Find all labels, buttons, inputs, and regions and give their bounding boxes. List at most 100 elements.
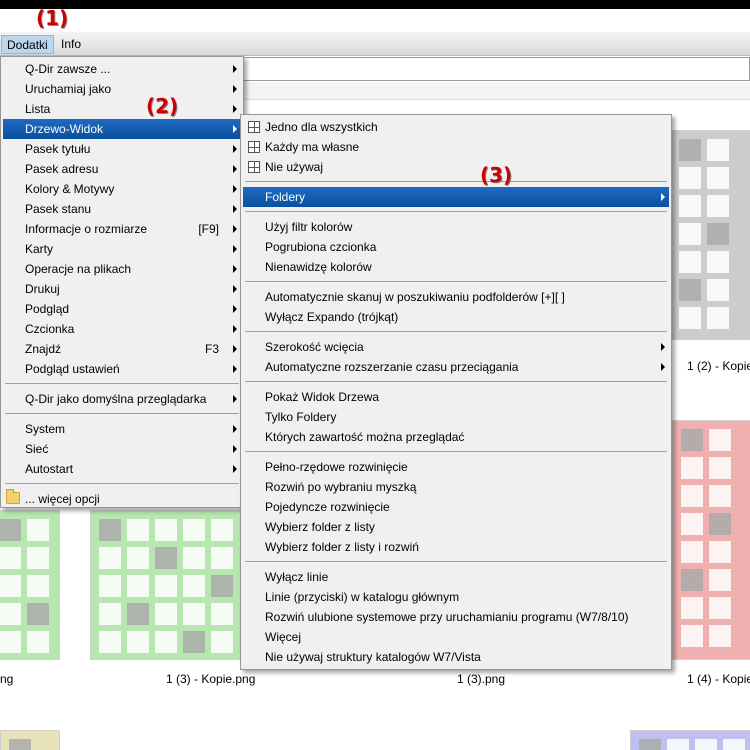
menu-item-label: Nie używaj — [265, 160, 324, 174]
menu-dodatki[interactable]: Dodatki — [1, 35, 54, 54]
submenu-arrow-icon — [661, 193, 665, 201]
menu-item-label: Informacje o rozmiarze — [25, 222, 148, 236]
image-thumbnail[interactable] — [672, 420, 750, 660]
image-thumbnail[interactable] — [0, 510, 60, 660]
menu-item-system[interactable]: System — [3, 419, 241, 439]
menu-item-label: Jedno dla wszystkich — [265, 120, 378, 134]
menu-item-wybierz-folder-z-listy[interactable]: Wybierz folder z listy — [243, 517, 669, 537]
menu-item-pojedyncze-rozwiniecie[interactable]: Pojedyncze rozwinięcie — [243, 497, 669, 517]
menu-item-czcionka[interactable]: Czcionka — [3, 319, 241, 339]
thumbnail-label[interactable]: 1 (2) - Kopie — [687, 359, 750, 373]
menu-item-drzewo-widok[interactable]: Drzewo-Widok — [3, 119, 241, 139]
menu-separator — [5, 413, 239, 414]
menu-item-pe-no-rzedowe-rozwiniecie[interactable]: Pełno-rzędowe rozwinięcie — [243, 457, 669, 477]
menu-item-label: Drzewo-Widok — [25, 122, 104, 136]
menu-item-wiecej-opcji[interactable]: ... więcej opcji — [3, 489, 241, 509]
menu-item-pasek-adresu[interactable]: Pasek adresu — [3, 159, 241, 179]
menu-separator — [245, 181, 667, 182]
menu-item-znajdz[interactable]: Znajdź F3 — [3, 339, 241, 359]
menu-item-uruchamiaj-jako[interactable]: Uruchamiaj jako — [3, 79, 241, 99]
submenu-arrow-icon — [233, 165, 237, 173]
menu-item-label: Więcej — [265, 630, 302, 644]
menu-separator — [245, 211, 667, 212]
menu-item-label: Każdy ma własne — [265, 140, 360, 154]
menu-item-nie-uzywaj-struktury-katalogow-w7-vista[interactable]: Nie używaj struktury katalogów W7/Vista — [243, 647, 669, 667]
menu-item-linie-przyciski-w-katalogu-g-ownym[interactable]: Linie (przyciski) w katalogu głównym — [243, 587, 669, 607]
menu-item-pasek-tytu-u[interactable]: Pasek tytułu — [3, 139, 241, 159]
menu-item-siec[interactable]: Sieć — [3, 439, 241, 459]
address-bar[interactable] — [240, 57, 750, 81]
menu-item-label: Pasek tytułu — [25, 142, 91, 156]
menu-item-uzyj-filtr-kolorow[interactable]: Użyj filtr kolorów — [243, 217, 669, 237]
thumbnail-label[interactable]: 1 (3) - Kopie.png — [166, 672, 255, 686]
menu-item-rozwin-ulubione-systemowe-przy-uruchamia[interactable]: Rozwiń ulubione systemowe przy uruchamia… — [243, 607, 669, 627]
submenu-arrow-icon — [233, 445, 237, 453]
menu-item-kazdy-ma-w-asne[interactable]: Każdy ma własne — [243, 137, 669, 157]
callout-marker-1: (1) — [36, 6, 69, 30]
submenu-arrow-icon — [233, 305, 237, 313]
menu-item-wybierz-folder-z-listy-i-rozwin[interactable]: Wybierz folder z listy i rozwiń — [243, 537, 669, 557]
menu-item-foldery[interactable]: Foldery — [243, 187, 669, 207]
grid-icon — [248, 161, 260, 173]
drzewo-widok-submenu: Jedno dla wszystkich Każdy ma własne Nie u… — [240, 114, 672, 670]
menu-item-pokaz-widok-drzewa[interactable]: Pokaż Widok Drzewa — [243, 387, 669, 407]
menu-item-autostart[interactable]: Autostart — [3, 459, 241, 479]
window-top-edge — [0, 0, 750, 9]
menu-item-ktorych-zawartosc-mozna-przegladac[interactable]: Których zawartość można przeglądać — [243, 427, 669, 447]
menu-info[interactable]: Info — [56, 35, 86, 54]
menu-item-label: Podgląd — [25, 302, 70, 316]
menu-item-label: Wybierz folder z listy — [265, 520, 375, 534]
image-thumbnail[interactable] — [0, 730, 60, 750]
submenu-arrow-icon — [233, 465, 237, 473]
menu-item-podglad[interactable]: Podgląd — [3, 299, 241, 319]
menu-item-informacje-o-rozmiarze[interactable]: Informacje o rozmiarze [F9] — [3, 219, 241, 239]
menu-item-label: Rozwiń ulubione systemowe przy uruchamia… — [265, 610, 629, 624]
submenu-arrow-icon — [233, 425, 237, 433]
menu-item-karty[interactable]: Karty — [3, 239, 241, 259]
menu-item-label: Znajdź — [25, 342, 62, 356]
menu-item-q-dir-zawsze[interactable]: Q-Dir zawsze ... — [3, 59, 241, 79]
menu-item-label: Karty — [25, 242, 54, 256]
menu-item-operacje-na-plikach[interactable]: Operacje na plikach — [3, 259, 241, 279]
menu-item-automatycznie-skanuj-w-poszukiwaniu-podf[interactable]: Automatycznie skanuj w poszukiwaniu podf… — [243, 287, 669, 307]
menu-item-lista[interactable]: Lista — [3, 99, 241, 119]
menu-item-pogrubiona-czcionka[interactable]: Pogrubiona czcionka — [243, 237, 669, 257]
menu-item-podglad-ustawien[interactable]: Podgląd ustawień — [3, 359, 241, 379]
image-thumbnail[interactable] — [630, 730, 750, 750]
menu-item-wiecej[interactable]: Więcej — [243, 627, 669, 647]
menu-item-label: Użyj filtr kolorów — [265, 220, 353, 234]
submenu-arrow-icon — [233, 185, 237, 193]
menu-item-label: Pełno-rzędowe rozwinięcie — [265, 460, 408, 474]
menu-item-nie-uzywaj[interactable]: Nie używaj — [243, 157, 669, 177]
menu-item-kolory-motywy[interactable]: Kolory & Motywy — [3, 179, 241, 199]
submenu-arrow-icon — [233, 85, 237, 93]
image-thumbnail[interactable] — [90, 510, 240, 660]
callout-marker-2: (2) — [146, 94, 179, 118]
menu-item-pasek-stanu[interactable]: Pasek stanu — [3, 199, 241, 219]
menu-item-label: Lista — [25, 102, 51, 116]
menu-item-label: Pasek stanu — [25, 202, 92, 216]
image-thumbnail[interactable] — [670, 130, 750, 340]
menu-item-label: Wyłącz Expando (trójkąt) — [265, 310, 399, 324]
submenu-arrow-icon — [233, 395, 237, 403]
menu-item-rozwin-po-wybraniu-myszka[interactable]: Rozwiń po wybraniu myszką — [243, 477, 669, 497]
menu-item-label: Rozwiń po wybraniu myszką — [265, 480, 417, 494]
menu-item-label: Kolory & Motywy — [25, 182, 115, 196]
menu-item-label: Operacje na plikach — [25, 262, 132, 276]
thumbnail-label[interactable]: ng — [0, 672, 13, 686]
menu-item-drukuj[interactable]: Drukuj — [3, 279, 241, 299]
menu-item-szerokosc-wciecia[interactable]: Szerokość wcięcia — [243, 337, 669, 357]
thumbnail-label[interactable]: 1 (4) - Kopie — [687, 672, 750, 686]
menu-item-nienawidze-kolorow[interactable]: Nienawidzę kolorów — [243, 257, 669, 277]
menu-item-wy-acz-linie[interactable]: Wyłącz linie — [243, 567, 669, 587]
menu-item-label: Foldery — [265, 190, 306, 204]
menu-item-label: Szerokość wcięcia — [265, 340, 364, 354]
menu-item-automatyczne-rozszerzanie-czasu-przeciag[interactable]: Automatyczne rozszerzanie czasu przeciąg… — [243, 357, 669, 377]
menu-item-label: Q-Dir jako domyślna przeglądarka — [25, 392, 207, 406]
menu-item-wy-acz-expando-trojkat[interactable]: Wyłącz Expando (trójkąt) — [243, 307, 669, 327]
menu-item-jedno-dla-wszystkich[interactable]: Jedno dla wszystkich — [243, 117, 669, 137]
thumbnail-label[interactable]: 1 (3).png — [457, 672, 505, 686]
menu-item-tylko-foldery[interactable]: Tylko Foldery — [243, 407, 669, 427]
menu-item-q-dir-jako-domyslna-przegladarka[interactable]: Q-Dir jako domyślna przeglądarka — [3, 389, 241, 409]
menu-item-label: Wybierz folder z listy i rozwiń — [265, 540, 419, 554]
